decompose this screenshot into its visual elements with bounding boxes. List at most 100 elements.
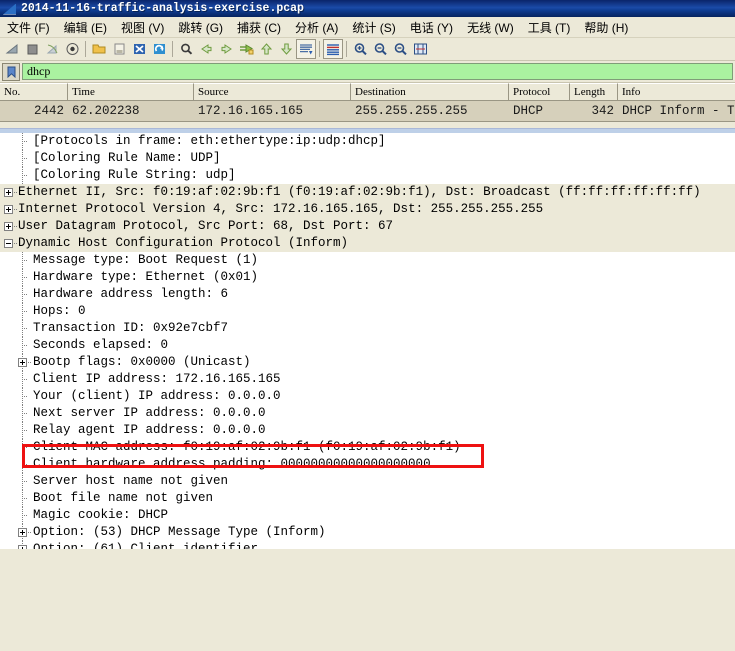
column-header-source[interactable]: Source [194, 83, 351, 100]
tree-guide-elbow [22, 260, 28, 261]
tree-item-label: User Datagram Protocol, Src Port: 68, Ds… [18, 219, 394, 233]
tree-collapse-icon[interactable] [4, 239, 13, 248]
go-back-icon[interactable] [196, 39, 216, 59]
toolbar-separator [346, 41, 347, 57]
column-header-time[interactable]: Time [68, 83, 194, 100]
menu-tools[interactable]: 工具 (T) [521, 17, 578, 38]
tree-item[interactable]: Hardware type: Ethernet (0x01) [0, 269, 735, 286]
tree-item[interactable]: Boot file name not given [0, 490, 735, 507]
tree-item[interactable]: Your (client) IP address: 0.0.0.0 [0, 388, 735, 405]
tree-item[interactable]: Client IP address: 172.16.165.165 [0, 371, 735, 388]
tree-item-label: Your (client) IP address: 0.0.0.0 [33, 389, 281, 403]
tree-item[interactable]: Relay agent IP address: 0.0.0.0 [0, 422, 735, 439]
zoom-in-icon[interactable] [350, 39, 370, 59]
tree-guide-elbow [22, 379, 28, 380]
go-to-packet-icon[interactable] [236, 39, 256, 59]
menu-analyze[interactable]: 分析 (A) [288, 17, 345, 38]
window-title-bar: 2014-11-16-traffic-analysis-exercise.pca… [0, 0, 735, 17]
stop-capture-icon[interactable] [22, 39, 42, 59]
menu-capture[interactable]: 捕获 (C) [230, 17, 288, 38]
column-header-length[interactable]: Length [570, 83, 618, 100]
column-header-no[interactable]: No. [0, 83, 68, 100]
menu-telephony[interactable]: 电话 (Y) [403, 17, 460, 38]
tree-item[interactable]: Transaction ID: 0x92e7cbf7 [0, 320, 735, 337]
tree-item[interactable]: [Coloring Rule Name: UDP] [0, 150, 735, 167]
zoom-out-icon[interactable] [370, 39, 390, 59]
tree-expand-icon[interactable] [4, 222, 13, 231]
tree-item[interactable]: Client hardware address padding: 0000000… [0, 456, 735, 473]
tree-item-label: Hardware type: Ethernet (0x01) [33, 270, 259, 284]
bookmark-icon[interactable] [2, 62, 20, 81]
zoom-reset-icon[interactable] [390, 39, 410, 59]
menu-file[interactable]: 文件 (F) [0, 17, 57, 38]
packet-list-empty-area [0, 122, 735, 129]
save-file-icon[interactable] [109, 39, 129, 59]
tree-item[interactable]: Next server IP address: 0.0.0.0 [0, 405, 735, 422]
packet-protocol: DHCP [513, 104, 544, 118]
menu-edit[interactable]: 编辑 (E) [57, 17, 114, 38]
menu-view[interactable]: 视图 (V) [114, 17, 171, 38]
tree-item[interactable]: Dynamic Host Configuration Protocol (Inf… [0, 235, 735, 252]
table-row[interactable]: 2442 62.202238 172.16.165.165 255.255.25… [0, 101, 735, 122]
tree-item-label: Dynamic Host Configuration Protocol (Inf… [18, 236, 349, 250]
go-first-packet-icon[interactable] [256, 39, 276, 59]
autoscroll-icon[interactable] [296, 39, 316, 59]
packet-time: 62.202238 [72, 104, 140, 118]
tree-item[interactable]: Option: (53) DHCP Message Type (Inform) [0, 524, 735, 541]
tree-item[interactable]: Seconds elapsed: 0 [0, 337, 735, 354]
tree-guide-elbow [22, 294, 28, 295]
restart-capture-icon[interactable] [42, 39, 62, 59]
toolbar-separator [319, 41, 320, 57]
menu-wireless[interactable]: 无线 (W) [460, 17, 521, 38]
tree-guide-elbow [22, 447, 28, 448]
capture-options-icon[interactable] [62, 39, 82, 59]
tree-item[interactable]: Bootp flags: 0x0000 (Unicast) [0, 354, 735, 371]
tree-item[interactable]: Server host name not given [0, 473, 735, 490]
menu-go[interactable]: 跳转 (G) [171, 17, 230, 38]
open-file-icon[interactable] [89, 39, 109, 59]
tree-item[interactable]: Message type: Boot Request (1) [0, 252, 735, 269]
resize-columns-icon[interactable] [410, 39, 430, 59]
display-filter-input[interactable]: dhcp [22, 63, 733, 80]
packet-destination: 255.255.255.255 [355, 104, 468, 118]
tree-guide-elbow [22, 515, 28, 516]
tree-guide-elbow [28, 532, 32, 533]
tree-item[interactable]: User Datagram Protocol, Src Port: 68, Ds… [0, 218, 735, 235]
tree-item[interactable]: Internet Protocol Version 4, Src: 172.16… [0, 201, 735, 218]
tree-item[interactable]: Hardware address length: 6 [0, 286, 735, 303]
go-forward-icon[interactable] [216, 39, 236, 59]
start-capture-icon[interactable] [2, 39, 22, 59]
packet-info: DHCP Inform - Tra [622, 104, 735, 118]
reload-file-icon[interactable] [149, 39, 169, 59]
tree-expand-icon[interactable] [18, 358, 27, 367]
window-title: 2014-11-16-traffic-analysis-exercise.pca… [21, 2, 304, 15]
tree-guide-elbow [22, 498, 28, 499]
tree-item[interactable]: Magic cookie: DHCP [0, 507, 735, 524]
tree-expand-icon[interactable] [18, 545, 27, 549]
column-header-info[interactable]: Info [618, 83, 735, 100]
tree-guide-elbow [22, 481, 28, 482]
tree-item[interactable]: Client MAC address: f0:19:af:02:9b:f1 (f… [0, 439, 735, 456]
tree-item-label: Boot file name not given [33, 491, 214, 505]
column-header-destination[interactable]: Destination [351, 83, 509, 100]
menu-statistics[interactable]: 统计 (S) [345, 17, 402, 38]
go-last-packet-icon[interactable] [276, 39, 296, 59]
tree-item[interactable]: Ethernet II, Src: f0:19:af:02:9b:f1 (f0:… [0, 184, 735, 201]
toolbar-separator [172, 41, 173, 57]
close-file-icon[interactable] [129, 39, 149, 59]
tree-item[interactable]: [Coloring Rule String: udp] [0, 167, 735, 184]
packet-details-pane[interactable]: [Protocols in frame: eth:ethertype:ip:ud… [0, 133, 735, 549]
tree-item[interactable]: Option: (61) Client identifier [0, 541, 735, 549]
menu-help[interactable]: 帮助 (H) [577, 17, 635, 38]
tree-expand-icon[interactable] [4, 205, 13, 214]
tree-item-label: Internet Protocol Version 4, Src: 172.16… [18, 202, 544, 216]
tree-item[interactable]: Hops: 0 [0, 303, 735, 320]
tree-item-label: Client hardware address padding: 0000000… [33, 457, 431, 471]
column-header-protocol[interactable]: Protocol [509, 83, 570, 100]
find-packet-icon[interactable] [176, 39, 196, 59]
tree-guide-elbow [14, 209, 18, 210]
tree-item[interactable]: [Protocols in frame: eth:ethertype:ip:ud… [0, 133, 735, 150]
tree-expand-icon[interactable] [18, 528, 27, 537]
colorize-icon[interactable] [323, 39, 343, 59]
tree-expand-icon[interactable] [4, 188, 13, 197]
